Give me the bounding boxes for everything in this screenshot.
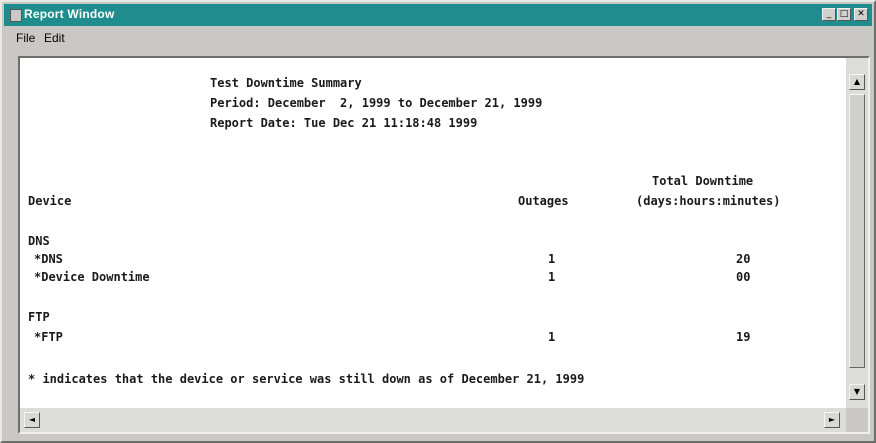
window-title: Report Window [24,7,115,21]
scroll-down-button[interactable]: ▼ [849,384,865,400]
vertical-scroll-thumb[interactable] [849,94,865,368]
menu-bar: File Edit [4,28,872,48]
report-date: Report Date: Tue Dec 21 11:18:48 1999 [210,116,478,130]
row-device: *DNS [34,252,63,266]
row-downtime: 19 [736,330,751,344]
column-header-total-downtime: Total Downtime [652,174,754,188]
row-downtime: 00 [736,270,751,284]
report-content: Test Downtime Summary Period: December 2… [20,58,846,408]
report-pane[interactable]: Test Downtime Summary Period: December 2… [18,56,870,434]
report-title: Test Downtime Summary [210,76,362,90]
report-window: Report Window _ □ ✕ File Edit Test Downt… [0,0,876,443]
column-header-downtime-units: (days:hours:minutes) [636,194,781,208]
row-downtime: 20 [736,252,751,266]
column-header-outages: Outages [518,194,569,208]
scroll-right-button[interactable]: ► [824,412,840,428]
group-name: DNS [28,234,50,248]
row-outages: 1 [548,252,556,266]
report-footnote: * indicates that the device or service w… [28,372,585,386]
report-period: Period: December 2, 1999 to December 21,… [210,96,543,110]
scroll-left-button[interactable]: ◄ [24,412,40,428]
row-device: *Device Downtime [34,270,150,284]
app-icon[interactable] [10,9,22,22]
vertical-scrollbar[interactable]: ▲ ▼ [846,58,868,408]
minimize-button[interactable]: _ [822,8,836,21]
menu-file[interactable]: File [16,31,35,45]
row-outages: 1 [548,270,556,284]
scroll-up-button[interactable]: ▲ [849,74,865,90]
close-button[interactable]: ✕ [854,8,868,21]
title-bar[interactable]: Report Window _ □ ✕ [4,4,872,26]
menu-edit[interactable]: Edit [44,31,65,45]
column-header-device: Device [28,194,72,208]
row-device: *FTP [34,330,63,344]
horizontal-scrollbar[interactable]: ◄ ► [20,408,846,432]
group-name: FTP [28,310,50,324]
maximize-button[interactable]: □ [837,8,851,21]
size-grip[interactable] [846,408,868,432]
row-outages: 1 [548,330,556,344]
